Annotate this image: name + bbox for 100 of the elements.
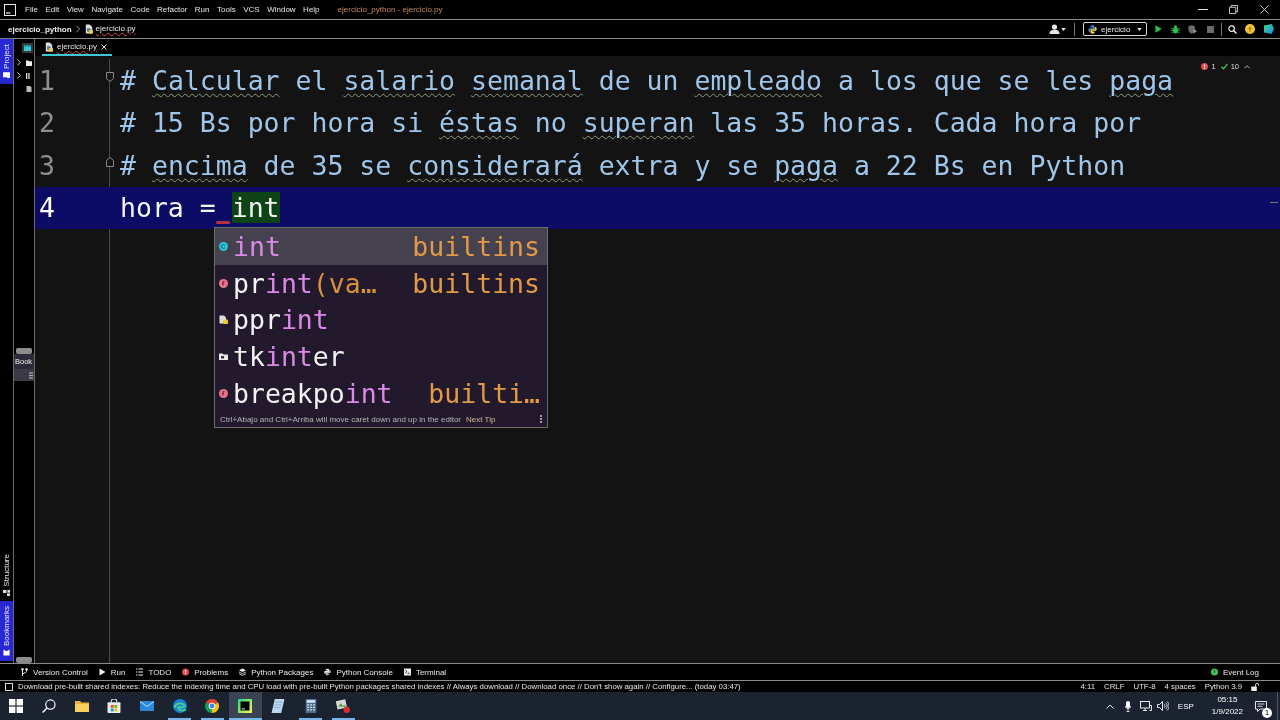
line-number: 2 (39, 107, 55, 139)
function-icon (219, 389, 228, 399)
fold-marker-icon[interactable] (106, 72, 114, 82)
window-icon[interactable] (5, 682, 13, 691)
app-logo-icon[interactable] (4, 3, 16, 16)
completion-item[interactable]: print(va… builtins (215, 264, 547, 302)
hint-text: Ctrl+Abajo and Ctrl+Arriba will move caret down and up in the editor (220, 415, 461, 424)
chevron-right-icon[interactable] (17, 59, 21, 66)
menu-item[interactable]: Navigate (91, 5, 123, 14)
close-icon[interactable] (1260, 5, 1269, 14)
lock-icon[interactable] (1251, 682, 1259, 691)
stop-icon[interactable] (1207, 25, 1214, 33)
fold-marker-icon[interactable] (106, 157, 114, 167)
code-line: hora = int (119, 192, 280, 224)
tool-window-tab[interactable]: Bookmarks (0, 601, 13, 661)
chevron-right-icon[interactable] (17, 72, 21, 79)
completion-item[interactable]: pprint (215, 301, 547, 339)
structure-icon (3, 589, 10, 596)
speaker-icon[interactable] (1156, 701, 1169, 711)
menu-item[interactable]: Edit (45, 5, 60, 14)
language-indicator[interactable]: ESP (1177, 701, 1194, 711)
close-icon[interactable] (101, 43, 107, 50)
restore-icon[interactable] (1229, 5, 1238, 14)
search-icon (42, 699, 57, 713)
menu-item[interactable]: Code (130, 5, 150, 14)
search-icon[interactable] (1228, 24, 1237, 34)
breadcrumb-file[interactable]: ejercicio.py (95, 24, 136, 37)
caret-down-icon[interactable] (1061, 27, 1066, 31)
line-number: 4 (39, 192, 55, 224)
terminal-icon (403, 668, 411, 676)
next-tip-link[interactable]: Next Tip (466, 415, 496, 424)
menu-item[interactable]: Tools (217, 5, 236, 14)
completion-type: builtins (412, 230, 540, 262)
calculator-icon (303, 699, 318, 713)
menu-item[interactable]: File (25, 5, 38, 14)
window-title: ejercicio_python - ejercicio.py (337, 5, 443, 14)
user-icon[interactable] (1049, 24, 1060, 34)
scrollbar-thumb[interactable] (16, 657, 32, 663)
tool-window-button[interactable]: TODO (136, 667, 172, 677)
completion-item[interactable]: tkinter (215, 338, 547, 376)
drag-handle-icon[interactable] (29, 371, 33, 379)
menu-item[interactable]: View (66, 5, 84, 14)
tool-window-button[interactable]: Python Packages (239, 667, 314, 677)
update-icon[interactable] (1245, 24, 1255, 34)
completion-name: print(va… (233, 267, 377, 299)
play-icon[interactable] (1155, 25, 1162, 33)
browser-icon (205, 699, 220, 713)
list-icon (136, 668, 144, 676)
completion-type: builti… (428, 378, 540, 410)
network-icon[interactable] (1139, 701, 1152, 711)
tool-window-button[interactable]: Run (98, 667, 126, 677)
bookmark-icon (3, 649, 10, 656)
clock-date[interactable]: 1/9/2022 (1211, 706, 1243, 718)
run-configuration-dropdown[interactable]: ejercicio (1083, 22, 1147, 36)
completion-type: builtins (412, 267, 540, 299)
play-icon (98, 668, 106, 676)
notification-icon[interactable] (1255, 700, 1267, 712)
folder-icon (219, 352, 228, 362)
class-icon (219, 241, 228, 251)
folder-icon (3, 71, 10, 79)
error-icon[interactable] (1201, 63, 1209, 70)
ide-logo-icon (238, 699, 253, 713)
tool-window-tab[interactable]: Structure (0, 548, 13, 601)
completion-item[interactable]: breakpoint builti… (215, 375, 547, 412)
menu-item[interactable]: Help (303, 5, 320, 14)
code-line: # encima de 35 se considerará extra y se paga a 22 Bs en Python (119, 149, 1126, 181)
caret-down-icon (1137, 27, 1142, 31)
browser-icon (172, 699, 187, 713)
file-icon (84, 24, 93, 34)
completion-item[interactable]: int builtins (215, 228, 547, 265)
coverage-icon[interactable] (1188, 24, 1197, 34)
branch-icon (21, 668, 28, 676)
file-icon (219, 315, 228, 325)
breadcrumb-project[interactable]: ejercicio_python (8, 24, 72, 34)
tool-window-tab[interactable]: Project (0, 39, 13, 84)
tool-window-button[interactable]: Problems (182, 667, 229, 677)
tool-window-button[interactable]: Version Control (21, 667, 88, 677)
minimize-icon[interactable] (1197, 9, 1208, 10)
menu-item[interactable]: Refactor (157, 5, 188, 14)
check-icon[interactable] (1220, 63, 1228, 70)
menu-item[interactable]: VCS (243, 5, 260, 14)
clock-time[interactable]: 05:15 (1217, 694, 1238, 706)
completion-name: tkinter (233, 341, 345, 373)
code-line: # Calcular el salario semanal de un empleado a los que se les paga (119, 64, 1174, 96)
taskbar-button[interactable] (228, 692, 262, 720)
panel-icon[interactable] (22, 42, 33, 53)
library-icon (26, 72, 32, 79)
microphone-icon[interactable] (1124, 700, 1131, 712)
menu-item[interactable]: Window (267, 5, 296, 14)
app-logo-icon[interactable] (1264, 24, 1274, 34)
menu-item[interactable]: Run (194, 5, 210, 14)
tool-window-button[interactable]: Terminal (403, 667, 447, 677)
layers-icon (239, 668, 247, 676)
completion-name: pprint (233, 304, 329, 336)
event-log-button[interactable]: Event Log (1210, 667, 1259, 677)
shopping-bag-icon (107, 699, 122, 713)
tool-window-button[interactable]: Python Console (324, 667, 393, 677)
scrollbar-thumb[interactable] (16, 348, 32, 354)
python-logo-icon (1088, 24, 1097, 34)
bug-icon[interactable] (1171, 24, 1180, 34)
